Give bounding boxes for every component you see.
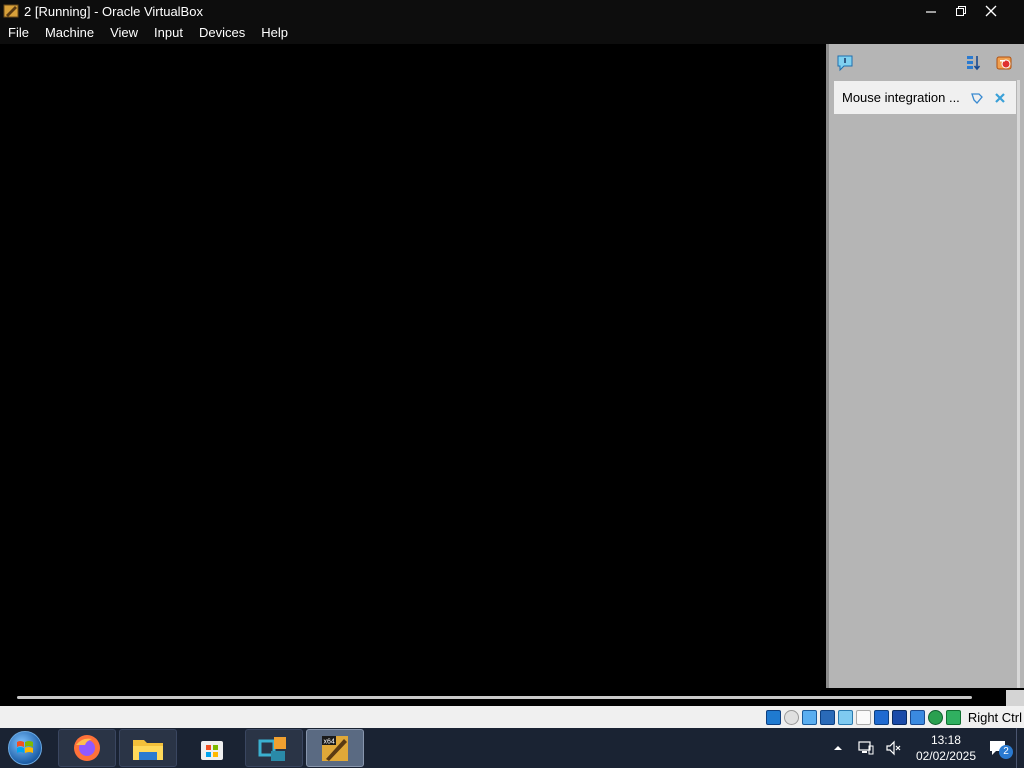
close-button[interactable] — [976, 0, 1006, 22]
chevron-up-icon — [833, 746, 842, 750]
usb-icon[interactable] — [837, 709, 853, 725]
show-hidden-icons-button[interactable] — [827, 737, 849, 759]
display-icon[interactable] — [873, 709, 889, 725]
menu-help[interactable]: Help — [253, 22, 296, 44]
notification-center-toolbar — [829, 44, 1024, 80]
menu-view[interactable]: View — [102, 22, 146, 44]
notification-icon[interactable] — [836, 54, 854, 72]
taskbar-store[interactable] — [183, 729, 241, 767]
action-center-button[interactable]: 2 — [987, 737, 1013, 759]
notification-center: Mouse integration ... — [826, 44, 1024, 700]
vm-status-bar: Right Ctrl — [0, 706, 1024, 728]
menu-input[interactable]: Input — [146, 22, 191, 44]
restore-icon — [956, 6, 966, 16]
window-titlebar[interactable]: 2 [Running] - Oracle VirtualBox — [0, 0, 1024, 22]
clock-time: 13:18 — [930, 733, 961, 747]
close-icon[interactable] — [993, 91, 1007, 105]
taskbar: x64 13:18 02/02/2025 2 — [0, 728, 1024, 768]
file-explorer-icon — [133, 740, 163, 760]
minimize-icon — [926, 11, 936, 13]
menu-machine[interactable]: Machine — [37, 22, 102, 44]
audio-icon[interactable] — [801, 709, 817, 725]
horizontal-scrollbar[interactable] — [0, 688, 1024, 706]
taskbar-virtualbox-manager[interactable] — [245, 729, 303, 767]
tray-clock[interactable]: 13:18 02/02/2025 — [916, 732, 976, 764]
notification-scrollbar[interactable] — [1017, 80, 1020, 700]
store-icon — [201, 741, 223, 760]
host-key-label: Right Ctrl — [967, 709, 1022, 725]
tray-volume[interactable] — [883, 737, 905, 759]
help-icon[interactable] — [970, 91, 984, 105]
firefox-icon — [74, 735, 100, 761]
scrollbar-corner — [1006, 690, 1024, 706]
menu-bar: File Machine View Input Devices Help — [0, 22, 1024, 44]
network-tray-icon — [858, 741, 874, 755]
notification-count-badge: 2 — [999, 745, 1013, 759]
taskbar-file-explorer[interactable] — [119, 729, 177, 767]
close-icon — [985, 5, 997, 17]
window-title: 2 [Running] - Oracle VirtualBox — [24, 3, 203, 19]
restore-button[interactable] — [946, 0, 976, 22]
virtualbox-vm-icon: x64 — [322, 736, 348, 761]
start-button[interactable] — [0, 728, 50, 768]
svg-text:x64: x64 — [324, 739, 335, 746]
cpu-icon[interactable] — [909, 709, 925, 725]
clock-date: 02/02/2025 — [915, 749, 976, 763]
menu-file[interactable]: File — [0, 22, 37, 44]
menu-devices[interactable]: Devices — [191, 22, 253, 44]
hard-disk-icon[interactable] — [765, 709, 781, 725]
notification-message-text: Mouse integration ... — [842, 90, 960, 105]
tray-network[interactable] — [855, 737, 877, 759]
system-tray: 13:18 02/02/2025 2 — [824, 728, 1024, 768]
mouse-integration-icon[interactable] — [927, 709, 943, 725]
recording-icon[interactable] — [891, 709, 907, 725]
scrollbar-thumb[interactable] — [17, 696, 972, 699]
virtualbox-icon — [3, 4, 19, 18]
show-desktop-button[interactable] — [1016, 728, 1024, 768]
virtualbox-manager-icon — [258, 737, 286, 761]
sort-order-icon[interactable] — [965, 54, 983, 72]
keyboard-icon[interactable] — [945, 709, 961, 725]
windows-logo-icon — [8, 731, 42, 765]
optical-drive-icon[interactable] — [783, 709, 799, 725]
taskbar-firefox[interactable] — [58, 729, 116, 767]
vm-display[interactable] — [0, 44, 826, 688]
speaker-muted-icon — [886, 740, 901, 756]
keep-finished-icon[interactable] — [995, 54, 1013, 72]
taskbar-virtualbox-vm[interactable]: x64 — [306, 729, 364, 767]
notification-message[interactable]: Mouse integration ... — [834, 81, 1016, 114]
shared-folders-icon[interactable] — [855, 709, 871, 725]
network-icon[interactable] — [819, 709, 835, 725]
minimize-button[interactable] — [916, 0, 946, 22]
